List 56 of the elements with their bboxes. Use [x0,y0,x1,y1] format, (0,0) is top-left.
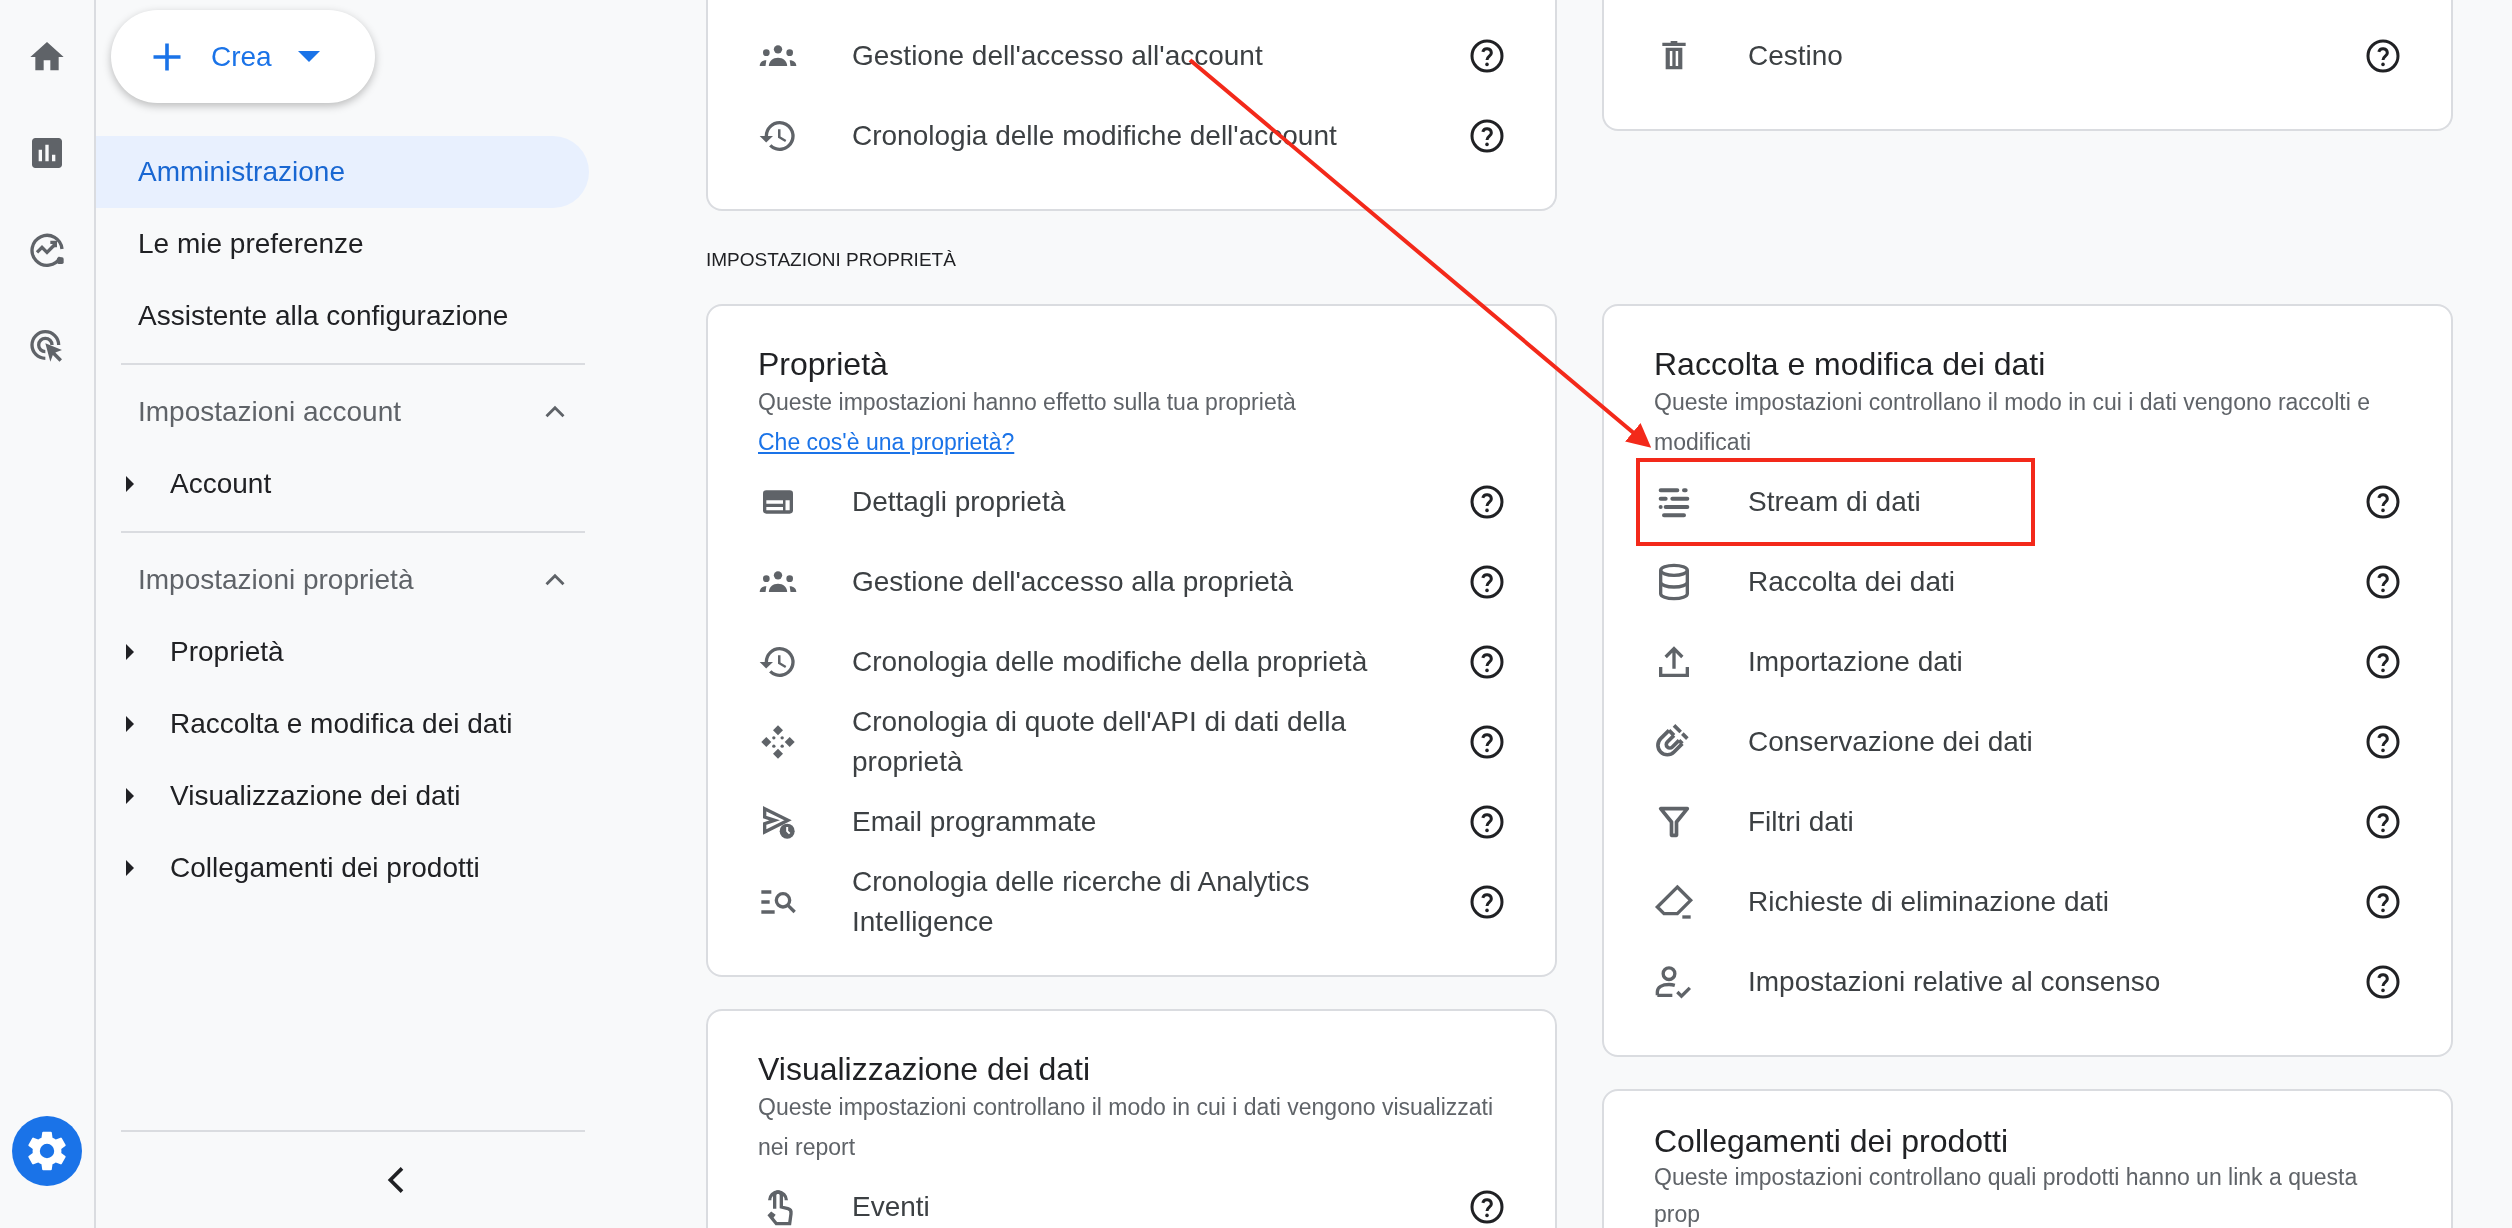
help-icon[interactable] [2365,964,2401,1000]
settings-link[interactable]: Importazione dati [1748,642,2003,682]
settings-link[interactable]: Stream di dati [1748,482,1961,522]
nav-tree-item[interactable]: Account [96,448,600,520]
help-icon[interactable] [1469,118,1505,154]
settings-link[interactable]: Gestione dell'accesso all'account [852,36,1303,76]
help-icon[interactable] [1469,804,1505,840]
help-icon[interactable] [1469,564,1505,600]
nav-tree-item[interactable]: Raccolta e modifica dei dati [96,688,600,760]
help-link[interactable]: Che cos'è una proprietà? [758,429,1015,455]
settings-link[interactable]: Filtri dati [1748,802,1894,842]
settings-link[interactable]: Cronologia delle ricerche di Analytics Intelligence [852,862,1469,942]
settings-link[interactable]: Gestione dell'accesso alla proprietà [852,562,1334,602]
settings-link[interactable]: Impostazioni relative al consenso [1748,962,2201,1002]
settings-link[interactable]: Eventi [852,1187,970,1227]
create-button[interactable]: Crea [111,10,375,103]
nav-tree-item[interactable]: Collegamenti dei prodotti [96,832,600,904]
settings-link[interactable]: Cestino [1748,36,1883,76]
help-icon[interactable] [1469,724,1505,760]
card-title: Raccolta e modifica dei dati [1654,345,2047,384]
help-icon[interactable] [2365,564,2401,600]
settings-link[interactable]: Dettagli proprietà [852,482,1106,522]
help-icon[interactable] [2365,724,2401,760]
nav-tree-item[interactable]: Proprietà [96,616,600,688]
eraser-icon [1654,882,1694,922]
help-icon[interactable] [2365,484,2401,520]
help-icon[interactable] [1469,484,1505,520]
section-label: IMPOSTAZIONI PROPRIETÀ [706,248,957,272]
help-icon[interactable] [2365,884,2401,920]
settings-link[interactable]: Cronologia delle modifiche della proprietà [852,642,1408,682]
help-icon[interactable] [1469,884,1505,920]
caret-icon [297,51,320,62]
help-icon[interactable] [2365,644,2401,680]
nav-tree-item[interactable]: Visualizzazione dei dati [96,760,600,832]
card-description: Queste impostazioni hanno effetto sulla tua proprietà Che cos'è una proprietà? [758,388,1297,457]
nav-item[interactable]: Le mie preferenze [96,208,589,280]
settings-link[interactable]: Email programmate [852,802,1137,842]
card-title: Proprietà [758,345,889,384]
help-icon[interactable] [2365,804,2401,840]
settings-link[interactable]: Richieste di eliminazione dati [1748,882,2150,922]
section-header[interactable]: Impostazioni account [138,396,402,428]
section-header[interactable]: Impostazioni proprietà [138,564,414,596]
card-description: Queste impostazioni controllano quali prodotti hanno un link a questa prop [1654,1163,2359,1228]
settings-link[interactable]: Cronologia di quote dell'API di dati della proprietà [852,702,1469,782]
help-icon[interactable] [1469,38,1505,74]
card-title: Collegamenti dei prodotti [1654,1122,2009,1161]
nav-item[interactable]: Amministrazione [96,136,589,208]
settings-link[interactable]: Conservazione dei dati [1748,722,2073,762]
help-icon[interactable] [1469,644,1505,680]
help-icon[interactable] [1469,1189,1505,1225]
card-description: Queste impostazioni controllano il modo in cui i dati vengono visualizzati nei report [758,1093,1495,1162]
settings-link[interactable]: Raccolta dei dati [1748,562,1995,602]
nav-item[interactable]: Assistente alla configurazione [96,280,589,352]
card-description: Queste impostazioni controllano il modo in cui i dati vengono raccolti e modificati [1654,388,2371,457]
help-icon[interactable] [2365,38,2401,74]
card-title: Visualizzazione dei dati [758,1050,1092,1089]
